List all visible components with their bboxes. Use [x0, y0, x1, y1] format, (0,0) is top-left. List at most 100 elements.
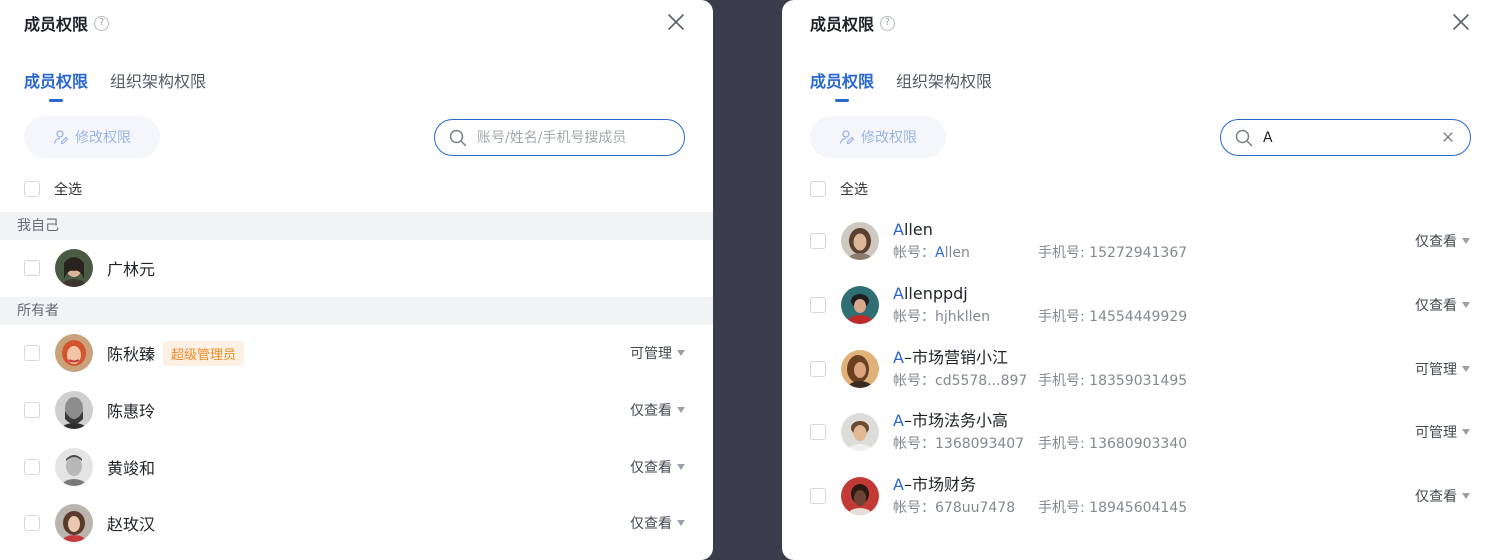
tab-org-permission[interactable]: 组织架构权限	[110, 68, 206, 100]
permission-dropdown[interactable]: 仅查看	[630, 400, 685, 420]
permission-dropdown[interactable]: 仅查看	[630, 457, 685, 477]
member-name: A–市场财务	[893, 475, 1187, 495]
permission-label: 仅查看	[1415, 298, 1457, 314]
close-icon[interactable]	[667, 13, 685, 31]
member-row[interactable]: 陈惠玲 仅查看	[24, 390, 685, 430]
phone: 手机号: 18359031495	[1038, 373, 1188, 389]
member-name: 陈秋臻	[107, 345, 156, 364]
search-result-row[interactable]: A–市场法务小高 帐号：1368093407 手机号: 13680903340 可…	[810, 410, 1470, 454]
member-meta: 帐号：cd5578...897 手机号: 18359031495	[893, 370, 1187, 390]
select-all-checkbox[interactable]	[810, 181, 826, 197]
member-checkbox[interactable]	[24, 260, 40, 276]
phone: 手机号: 18945604145	[1038, 500, 1188, 516]
member-row[interactable]: 陈秋臻 超级管理员 可管理	[24, 333, 685, 373]
caret-down-icon	[677, 520, 685, 526]
select-all-checkbox[interactable]	[24, 181, 40, 197]
permission-dropdown[interactable]: 可管理	[1415, 422, 1470, 442]
member-meta: 帐号：1368093407 手机号: 13680903340	[893, 433, 1187, 453]
search-input[interactable]	[477, 129, 647, 146]
permission-label: 仅查看	[630, 403, 672, 419]
member-permission-dialog-search: 成员权限 ? 成员权限 组织架构权限 修改权限 全选 Allen 帐号：Alle…	[782, 0, 1494, 560]
help-icon[interactable]: ?	[94, 15, 110, 31]
phone: 手机号: 15272941367	[1038, 245, 1188, 261]
tab-org-permission[interactable]: 组织架构权限	[896, 68, 992, 100]
permission-label: 仅查看	[630, 516, 672, 532]
permission-dropdown[interactable]: 仅查看	[1415, 231, 1470, 251]
edit-permission-button[interactable]: 修改权限	[24, 116, 160, 158]
search-result-row[interactable]: A–市场营销小江 帐号：cd5578...897 手机号: 18359031495…	[810, 347, 1470, 391]
caret-down-icon	[677, 350, 685, 356]
member-name: 赵玫汉	[107, 515, 156, 534]
member-name: Allenppdj	[893, 284, 1187, 304]
member-info: Allen 帐号：Allen 手机号: 15272941367	[893, 220, 1187, 262]
search-icon	[1235, 129, 1253, 146]
dialog-header: 成员权限 ?	[810, 12, 896, 34]
caret-down-icon	[677, 464, 685, 470]
member-name: Allen	[893, 220, 1187, 240]
select-all-label: 全选	[54, 182, 82, 198]
permission-dropdown[interactable]: 可管理	[1415, 359, 1470, 379]
dialog-header: 成员权限 ?	[24, 12, 110, 34]
permission-label: 可管理	[1415, 362, 1457, 378]
select-all[interactable]: 全选	[810, 179, 868, 199]
member-info: A–市场财务 帐号：678uu7478 手机号: 18945604145	[893, 475, 1187, 517]
member-checkbox[interactable]	[24, 402, 40, 418]
member-checkbox[interactable]	[810, 297, 826, 313]
name-rest: –市场财务	[903, 475, 976, 494]
help-icon[interactable]: ?	[880, 15, 896, 31]
permission-dropdown[interactable]: 可管理	[630, 343, 685, 363]
member-row[interactable]: 黄竣和 仅查看	[24, 447, 685, 487]
name-match-highlight: A	[893, 411, 904, 430]
dialog-title: 成员权限	[810, 15, 875, 34]
member-checkbox[interactable]	[24, 515, 40, 531]
avatar	[841, 222, 879, 260]
permission-dropdown[interactable]: 仅查看	[630, 513, 685, 533]
avatar	[55, 504, 93, 542]
avatar	[841, 413, 879, 451]
member-name: 陈惠玲	[107, 402, 156, 421]
account: 帐号：Allen	[893, 242, 1038, 262]
permission-label: 可管理	[630, 346, 672, 362]
select-all-label: 全选	[840, 182, 868, 198]
caret-down-icon	[677, 407, 685, 413]
name-rest: –市场法务小高	[903, 411, 1008, 430]
account-rest: llen	[944, 245, 970, 261]
tab-member-permission[interactable]: 成员权限	[810, 68, 874, 100]
member-name: 黄竣和	[107, 459, 156, 478]
permission-dropdown[interactable]: 仅查看	[1415, 486, 1470, 506]
member-checkbox[interactable]	[24, 345, 40, 361]
search-result-row[interactable]: A–市场财务 帐号：678uu7478 手机号: 18945604145 仅查看	[810, 474, 1470, 518]
permission-label: 可管理	[1415, 425, 1457, 441]
member-name: A–市场法务小高	[893, 411, 1187, 431]
search-result-row[interactable]: Allenppdj 帐号：hjhkllen 手机号: 14554449929 仅查…	[810, 283, 1470, 327]
member-checkbox[interactable]	[810, 361, 826, 377]
member-meta: 帐号：678uu7478 手机号: 18945604145	[893, 497, 1187, 517]
name-rest: llenppdj	[903, 284, 968, 303]
member-row[interactable]: 赵玫汉 仅查看	[24, 503, 685, 543]
member-checkbox[interactable]	[810, 233, 826, 249]
user-edit-icon	[839, 130, 855, 145]
name-rest: –市场营销小江	[903, 348, 1008, 367]
account-label: 帐号：	[893, 373, 935, 389]
search-input[interactable]	[1263, 129, 1433, 146]
group-header-self: 我自己	[0, 212, 713, 240]
member-row[interactable]: 广林元	[24, 248, 685, 288]
permission-dropdown[interactable]: 仅查看	[1415, 295, 1470, 315]
member-info: Allenppdj 帐号：hjhkllen 手机号: 14554449929	[893, 284, 1187, 326]
member-checkbox[interactable]	[810, 488, 826, 504]
search-result-row[interactable]: Allen 帐号：Allen 手机号: 15272941367 仅查看	[810, 219, 1470, 263]
tab-member-permission[interactable]: 成员权限	[24, 68, 88, 100]
clear-icon[interactable]	[1442, 131, 1454, 143]
tab-bar: 成员权限 组织架构权限	[810, 68, 992, 100]
dialog-title: 成员权限	[24, 15, 89, 34]
group-header-owners: 所有者	[0, 297, 713, 325]
select-all[interactable]: 全选	[24, 179, 82, 199]
edit-permission-button[interactable]: 修改权限	[810, 116, 946, 158]
account: 帐号：678uu7478	[893, 497, 1038, 517]
search-icon	[449, 129, 467, 146]
name-match-highlight: A	[893, 475, 904, 494]
close-icon[interactable]	[1452, 13, 1470, 31]
member-checkbox[interactable]	[24, 459, 40, 475]
member-checkbox[interactable]	[810, 424, 826, 440]
member-meta: 帐号：hjhkllen 手机号: 14554449929	[893, 306, 1187, 326]
